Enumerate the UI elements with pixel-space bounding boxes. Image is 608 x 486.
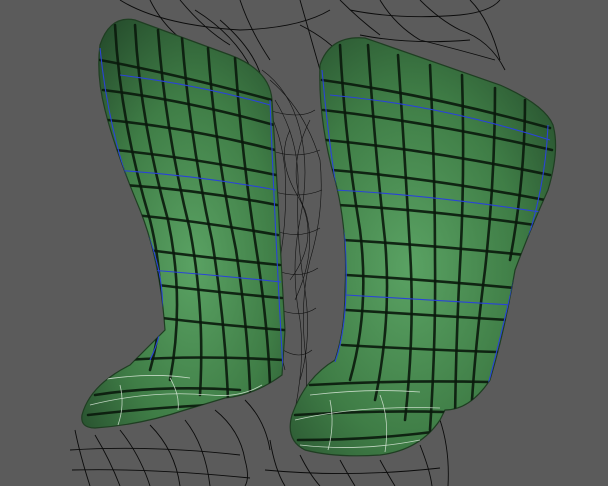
right-boot[interactable] xyxy=(289,37,557,457)
left-boot[interactable] xyxy=(81,18,286,429)
3d-viewport[interactable] xyxy=(0,0,608,486)
viewport-canvas[interactable] xyxy=(0,0,608,486)
